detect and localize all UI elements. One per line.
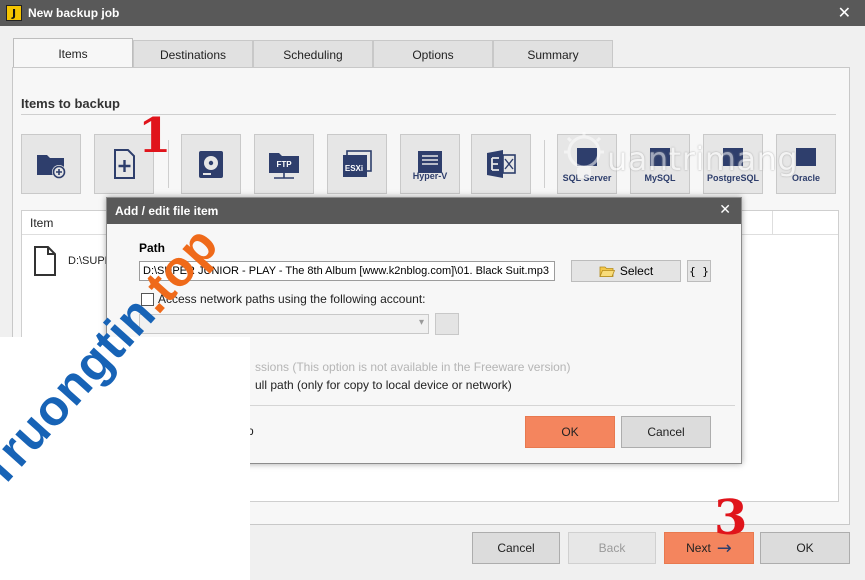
account-select[interactable]: ▾ [139,314,429,334]
exchange-button[interactable] [471,134,531,194]
chevron-down-icon: ▾ [418,317,424,328]
network-account-label: Access network paths using the following… [158,292,426,306]
ok-button[interactable]: OK [760,532,850,564]
title-bar: J New backup job ✕ [0,0,865,26]
back-button[interactable]: Back [568,532,656,564]
mysql-label: MySQL [644,173,676,183]
esxi-label: ESXi [344,164,364,173]
folder-open-icon [599,266,615,277]
postgresql-icon [723,148,743,166]
window-title: New backup job [28,6,120,20]
account-edit-button[interactable] [435,313,459,335]
oracle-button[interactable]: Oracle [776,134,836,194]
file-icon [34,246,56,276]
dialog-title: Add / edit file item [115,204,219,218]
tab-summary[interactable]: Summary [493,40,613,68]
dialog-close-icon[interactable]: ✕ [719,202,731,218]
add-folder-icon [37,155,66,179]
ftp-button[interactable]: FTP [254,134,314,194]
add-file-icon [114,149,135,179]
dialog-ok-button[interactable]: OK [525,416,615,448]
dialog-title-bar: Add / edit file item ✕ [107,198,741,224]
select-button[interactable]: Select [571,260,681,282]
variables-button[interactable]: { } [687,260,711,282]
ftp-label: FTP [276,160,292,169]
select-label: Select [619,264,654,278]
sql-server-icon [577,148,597,166]
list-item[interactable]: D:\SUPE [32,245,112,277]
permissions-option-text: ssions (This option is not available in … [255,360,571,374]
annotation-1: 1 [138,108,172,164]
exchange-icon [487,150,516,178]
section-title: Items to backup [21,96,120,111]
mysql-icon [650,148,670,166]
full-path-option-text: ull path (only for copy to local device … [255,378,512,392]
postgresql-label: PostgreSQL [706,173,759,183]
tab-scheduling[interactable]: Scheduling [253,40,373,68]
hyperv-button[interactable]: Hyper-V [400,134,460,194]
sql-server-label: SQL Server [562,173,612,183]
tab-items[interactable]: Items [13,38,133,68]
postgresql-button[interactable]: PostgreSQL [703,134,763,194]
annotation-3: 3 [714,490,748,546]
tab-options[interactable]: Options [373,40,493,68]
toolbar-separator [544,140,545,188]
next-label: Next [686,541,711,555]
sql-server-button[interactable]: SQL Server [557,134,617,194]
oracle-icon [796,148,816,166]
add-folder-button[interactable] [21,134,81,194]
esxi-button[interactable]: ESXi [327,134,387,194]
window-close-icon[interactable]: ✕ [838,3,851,22]
disk-image-button[interactable] [181,134,241,194]
column-separator[interactable] [772,211,773,235]
mysql-button[interactable]: MySQL [630,134,690,194]
hyperv-label: Hyper-V [412,171,448,181]
app-icon: J [6,5,22,21]
tab-destinations[interactable]: Destinations [133,40,253,68]
tab-strip: Items Destinations Scheduling Options Su… [13,38,613,68]
disk-image-icon [199,151,223,178]
dialog-cancel-button[interactable]: Cancel [621,416,711,448]
oracle-label: Oracle [791,173,821,183]
cancel-button[interactable]: Cancel [472,532,560,564]
